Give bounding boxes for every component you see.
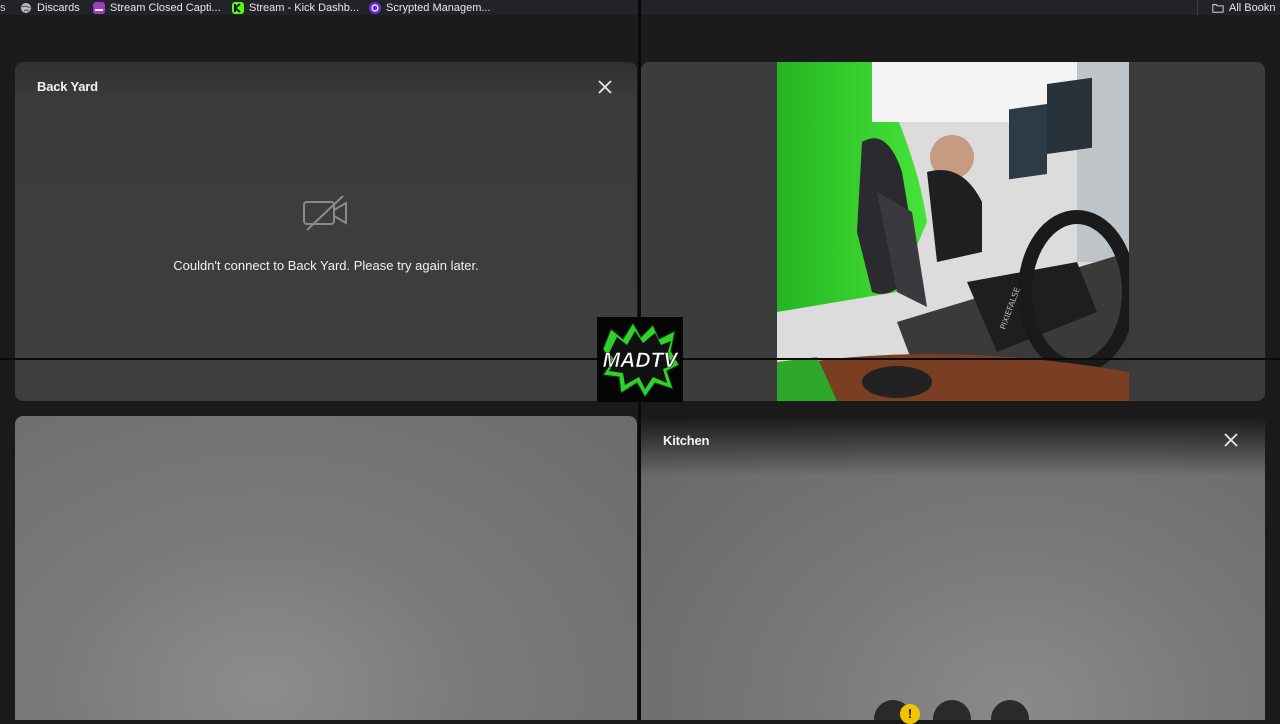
bookmarks-divider (1197, 0, 1198, 15)
control-button[interactable] (991, 700, 1029, 720)
kitchen-title: Kitchen (663, 433, 710, 448)
kitchen-camera-panel[interactable]: Kitchen (641, 416, 1265, 720)
captions-icon (93, 1, 105, 14)
connection-error-message: Couldn't connect to Back Yard. Please tr… (173, 258, 479, 273)
bookmark-overflow: s (0, 1, 6, 14)
folder-icon (1212, 3, 1224, 13)
logo-text: MADTV (603, 349, 680, 372)
close-icon[interactable] (1222, 431, 1240, 449)
bookmark-label: Discards (37, 1, 80, 14)
bookmark-label: Stream Closed Capti... (110, 1, 221, 14)
bookmark-discards[interactable]: Discards (20, 0, 80, 15)
warning-badge: ! (900, 704, 920, 724)
control-button[interactable] (933, 700, 971, 720)
bookmark-label: Scrypted Managem... (386, 1, 491, 14)
kick-icon (232, 1, 244, 14)
back-yard-camera-panel[interactable]: Back Yard Couldn't connect to Back Yard.… (15, 62, 637, 401)
back-yard-title: Back Yard (37, 79, 98, 94)
globe-icon (21, 2, 31, 13)
bookmark-scrypted-management[interactable]: Scrypted Managem... (369, 0, 491, 15)
all-bookmarks-button[interactable]: All Bookn (1212, 0, 1275, 15)
close-icon[interactable] (596, 78, 614, 96)
camera-off-icon (303, 195, 347, 231)
live-camera-panel[interactable]: PIXIEFALSE (641, 62, 1265, 401)
bookmark-kick-dashboard[interactable]: Stream - Kick Dashb... (232, 0, 359, 15)
scrypted-icon (369, 1, 381, 14)
camera-panel-bottom-left[interactable] (15, 416, 637, 720)
all-bookmarks-label: All Bookn (1229, 1, 1276, 14)
madtv-logo: MADTV (597, 317, 683, 402)
bookmark-label: Stream - Kick Dashb... (249, 1, 360, 14)
camera-feed-image: PIXIEFALSE (777, 62, 1129, 401)
bookmark-stream-closed-captions[interactable]: Stream Closed Capti... (93, 0, 221, 15)
